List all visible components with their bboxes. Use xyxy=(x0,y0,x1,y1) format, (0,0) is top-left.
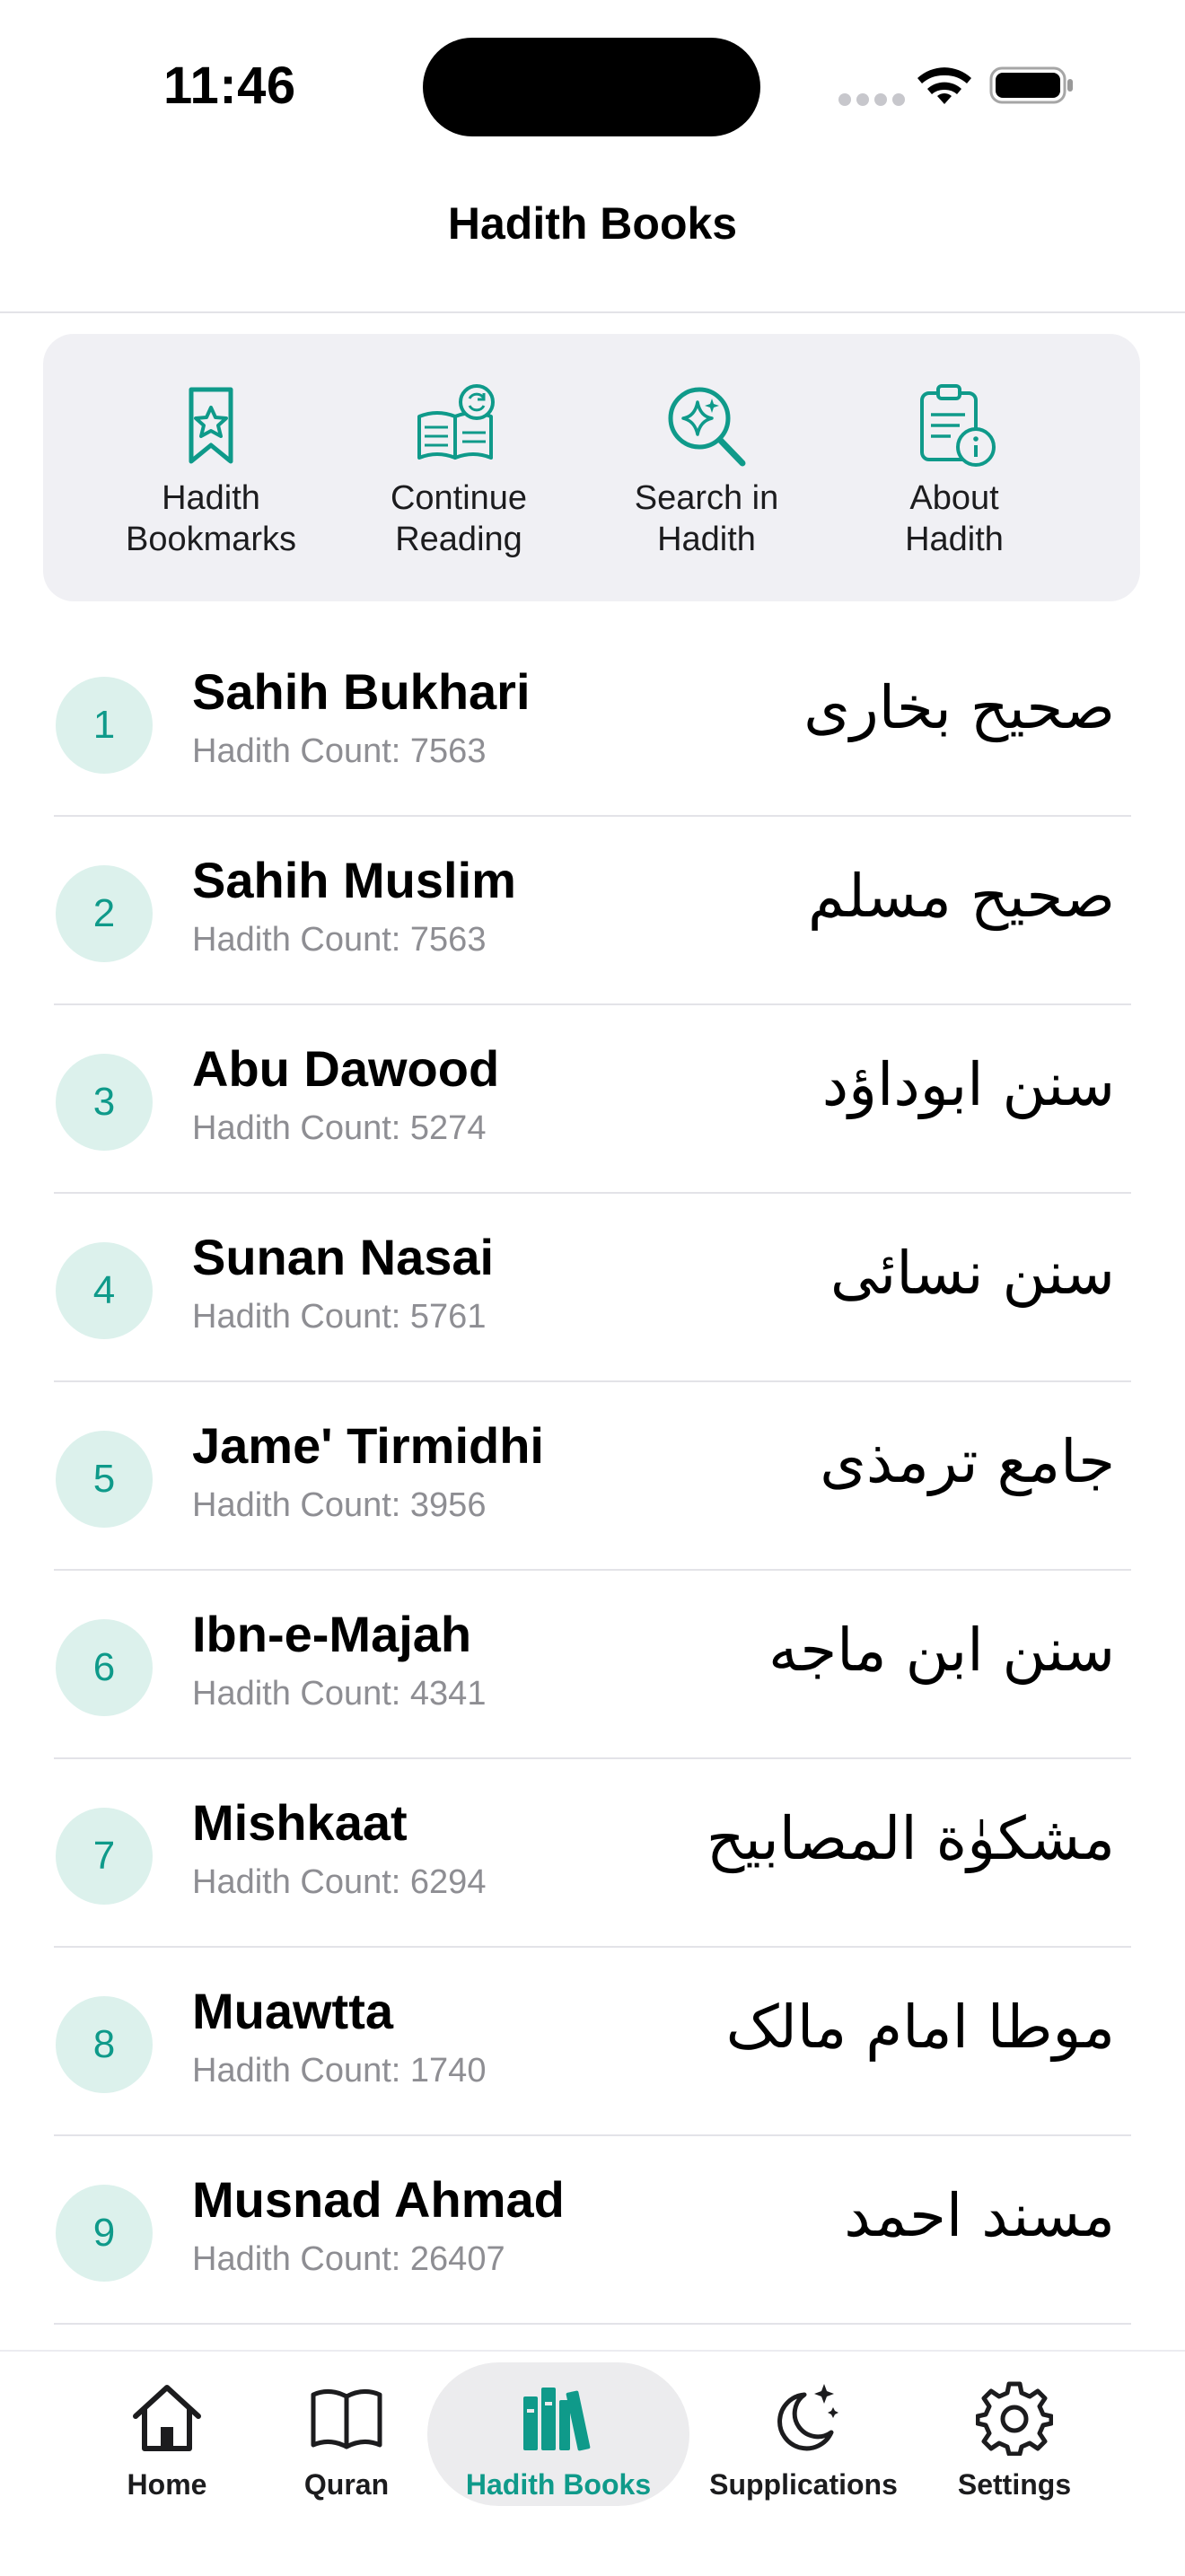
book-name: Sunan Nasai xyxy=(192,1229,495,1285)
battery-icon xyxy=(989,66,1073,104)
dynamic-island xyxy=(423,38,760,136)
book-number-badge: 3 xyxy=(56,1054,153,1151)
tab-hadith-books[interactable]: Hadith Books xyxy=(427,2352,689,2576)
book-row-sunan-nasai[interactable]: 4 Sunan Nasai Hadith Count: 5761 سنن نسا… xyxy=(0,1194,1185,1382)
tab-label: Settings xyxy=(957,2468,1072,2501)
tab-bar: Home Quran Hadith Books Supplications Se… xyxy=(0,2350,1185,2576)
quick-action-label: Search in Hadith xyxy=(634,479,779,558)
bookmark-star-icon xyxy=(189,387,233,464)
book-arabic-name: موطا امام مالک xyxy=(725,1993,1115,2062)
book-number-badge: 2 xyxy=(56,865,153,962)
book-name: Mishkaat xyxy=(192,1794,408,1851)
hadith-count: Hadith Count: 5274 xyxy=(192,1109,487,1147)
sparkle-search-icon xyxy=(668,387,746,467)
book-row-musnad-ahmad[interactable]: 9 Musnad Ahmad Hadith Count: 26407 مسند … xyxy=(0,2136,1185,2325)
book-number-badge: 5 xyxy=(56,1431,153,1528)
wifi-icon xyxy=(917,67,971,104)
book-arabic-name: مسند احمد xyxy=(844,2181,1115,2250)
book-row-mishkaat[interactable]: 7 Mishkaat Hadith Count: 6294 مشكوٰة الم… xyxy=(0,1759,1185,1948)
book-number-badge: 9 xyxy=(56,2185,153,2282)
moon-star-icon xyxy=(777,2384,838,2451)
book-arabic-name: سنن ابوداؤد xyxy=(821,1050,1115,1119)
row-divider xyxy=(54,2323,1131,2325)
book-row-sahih-bukhari[interactable]: 1 Sahih Bukhari Hadith Count: 7563 صحیح … xyxy=(0,628,1185,817)
tab-label: Supplications xyxy=(709,2468,898,2501)
quick-actions-panel: Hadith Bookmarks Continue Reading Search… xyxy=(43,334,1140,601)
book-number-badge: 1 xyxy=(56,677,153,774)
book-row-jame-tirmidhi[interactable]: 5 Jame' Tirmidhi Hadith Count: 3956 جامع… xyxy=(0,1382,1185,1571)
hadith-bookmarks-button[interactable]: Hadith Bookmarks xyxy=(87,334,335,601)
tab-home[interactable]: Home xyxy=(104,2352,230,2576)
hadith-count: Hadith Count: 3956 xyxy=(192,1486,487,1524)
book-name: Muawtta xyxy=(192,1983,393,2039)
book-name: Abu Dawood xyxy=(192,1040,500,1097)
hadith-count: Hadith Count: 7563 xyxy=(192,921,487,959)
search-in-hadith-button[interactable]: Search in Hadith xyxy=(583,334,830,601)
tab-settings[interactable]: Settings xyxy=(952,2352,1077,2576)
book-name: Ibn-e-Majah xyxy=(192,1606,472,1662)
book-name: Jame' Tirmidhi xyxy=(192,1417,544,1474)
about-hadith-button[interactable]: About Hadith xyxy=(830,334,1078,601)
continue-reading-button[interactable]: Continue Reading xyxy=(335,334,583,601)
book-number-badge: 4 xyxy=(56,1242,153,1339)
book-name: Sahih Bukhari xyxy=(192,663,531,720)
book-number-badge: 8 xyxy=(56,1996,153,2093)
status-time: 11:46 xyxy=(163,57,296,115)
open-book-refresh-icon xyxy=(417,384,495,460)
header-divider xyxy=(0,311,1185,313)
book-name: Musnad Ahmad xyxy=(192,2171,565,2228)
quick-action-label: Continue Reading xyxy=(390,479,528,558)
books-icon xyxy=(523,2388,591,2451)
book-name: Sahih Muslim xyxy=(192,852,516,908)
book-arabic-name: صحیح بخاری xyxy=(803,673,1115,742)
book-row-sahih-muslim[interactable]: 2 Sahih Muslim Hadith Count: 7563 صحیح م… xyxy=(0,817,1185,1005)
tab-label: Hadith Books xyxy=(465,2468,652,2501)
book-arabic-name: مشكوٰة المصابيح xyxy=(706,1804,1115,1873)
hadith-count: Hadith Count: 7563 xyxy=(192,732,487,770)
page-title: Hadith Books xyxy=(447,198,738,249)
tab-label: Home xyxy=(127,2468,207,2501)
book-arabic-name: صحیح مسلم xyxy=(807,862,1115,931)
quick-action-label: About Hadith xyxy=(905,479,1004,558)
tab-supplications[interactable]: Supplications xyxy=(709,2352,898,2576)
book-row-ibn-e-majah[interactable]: 6 Ibn-e-Majah Hadith Count: 4341 سنن ابن… xyxy=(0,1571,1185,1759)
book-number-badge: 6 xyxy=(56,1619,153,1716)
tab-label: Quran xyxy=(303,2468,390,2501)
book-icon xyxy=(311,2389,382,2449)
book-arabic-name: سنن ابن ماجه xyxy=(768,1616,1115,1685)
book-arabic-name: جامع ترمذی xyxy=(820,1427,1115,1496)
status-bar: 11:46 xyxy=(0,0,1185,171)
clipboard-info-icon xyxy=(920,384,996,467)
hadith-count: Hadith Count: 1740 xyxy=(192,2052,487,2090)
book-row-muawtta[interactable]: 8 Muawtta Hadith Count: 1740 موطا امام م… xyxy=(0,1948,1185,2136)
home-icon xyxy=(133,2385,201,2451)
book-arabic-name: سنن نسائی xyxy=(830,1239,1115,1308)
cellular-signal-icon xyxy=(838,93,905,106)
hadith-count: Hadith Count: 5761 xyxy=(192,1298,487,1336)
hadith-count: Hadith Count: 6294 xyxy=(192,1863,487,1901)
book-number-badge: 7 xyxy=(56,1808,153,1905)
hadith-count: Hadith Count: 26407 xyxy=(192,2240,505,2278)
quick-action-label: Hadith Bookmarks xyxy=(125,479,297,558)
tab-quran[interactable]: Quran xyxy=(284,2352,409,2576)
gear-icon xyxy=(976,2381,1053,2456)
book-row-abu-dawood[interactable]: 3 Abu Dawood Hadith Count: 5274 سنن ابود… xyxy=(0,1005,1185,1194)
hadith-count: Hadith Count: 4341 xyxy=(192,1675,487,1713)
